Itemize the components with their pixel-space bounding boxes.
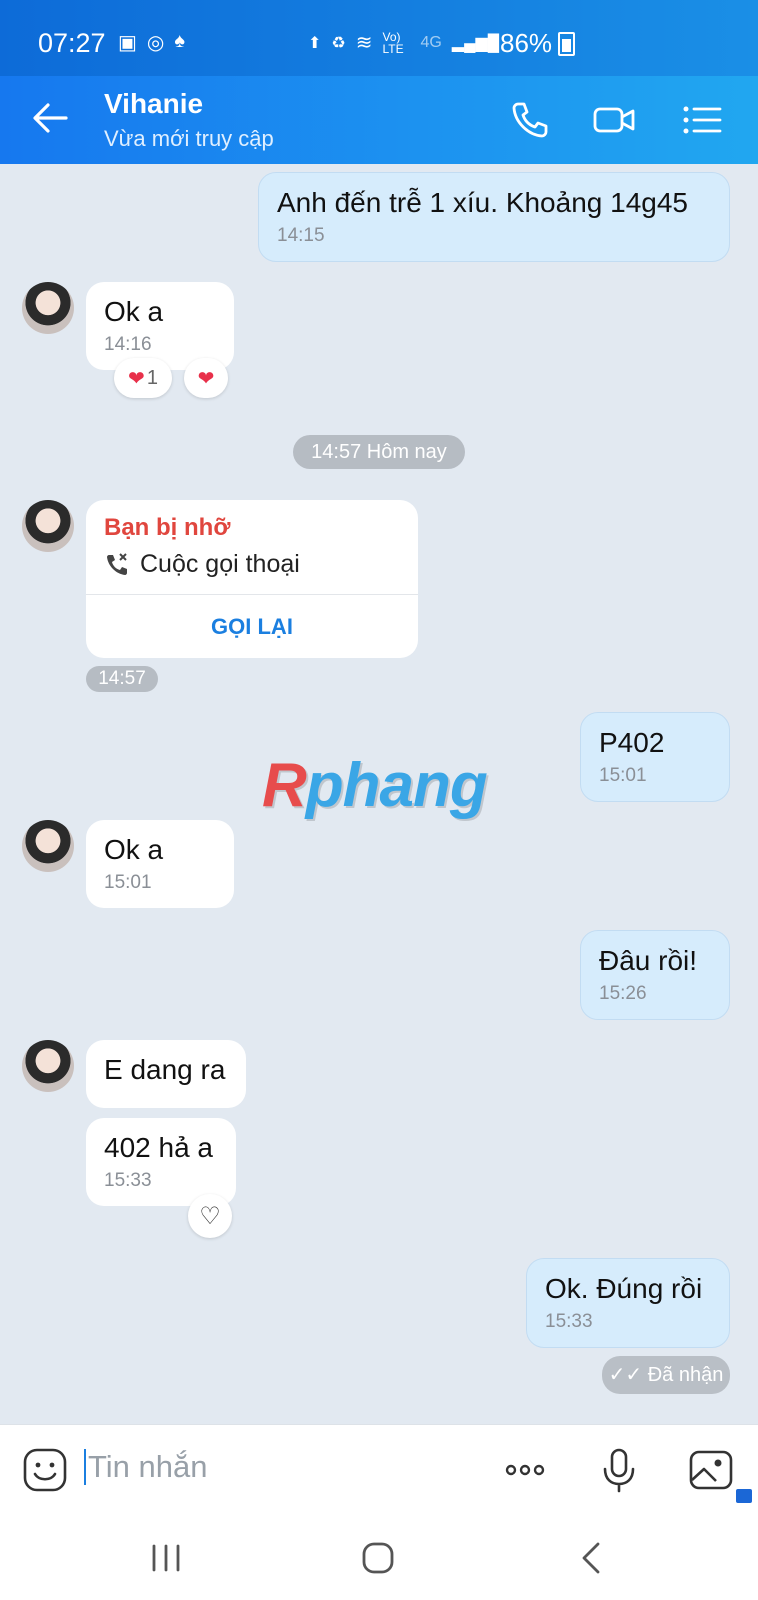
- message-input[interactable]: Tin nhắn: [84, 1449, 208, 1485]
- status-time: 07:27: [38, 28, 106, 58]
- message-time: 15:33: [545, 1311, 593, 1332]
- heart-icon: ❤: [197, 367, 215, 390]
- reaction-summary[interactable]: ❤ 1: [114, 358, 172, 398]
- back-arrow-icon[interactable]: [30, 98, 70, 138]
- sticker-emoji-icon[interactable]: [22, 1447, 68, 1493]
- recent-apps-icon[interactable]: [146, 1538, 186, 1578]
- message-list[interactable]: Anh đến trễ 1 xíu. Khoảng 14g45 14:15 Ok…: [0, 164, 758, 1424]
- contact-avatar[interactable]: [22, 500, 74, 552]
- phone-call-icon[interactable]: [508, 98, 552, 142]
- missed-call-icon: [107, 553, 127, 575]
- contact-avatar[interactable]: [22, 282, 74, 334]
- message-time: 14:15: [277, 225, 325, 246]
- message-time: 15:01: [599, 765, 647, 786]
- menu-list-icon[interactable]: [680, 98, 724, 142]
- wifi-icon: ≋: [355, 32, 373, 54]
- message-text: Ok a: [104, 296, 164, 327]
- chrome-icon: ◎: [146, 32, 165, 54]
- date-divider: 14:57 Hôm nay: [293, 435, 465, 469]
- incoming-message[interactable]: 402 hả a 15:33: [86, 1118, 236, 1206]
- volte-label: Vo) LTE: [382, 29, 404, 56]
- message-time: 15:26: [599, 983, 647, 1004]
- message-text: P402: [599, 727, 665, 758]
- chat-header: Vihanie Vừa mới truy cập: [0, 76, 758, 164]
- delivery-status-label: Đã nhận: [647, 1364, 724, 1386]
- message-text: Đâu rồi!: [599, 945, 698, 976]
- message-text: E dang ra: [104, 1054, 226, 1085]
- missed-call-card: Bạn bị nhỡ Cuộc gọi thoại GỌI LẠI: [86, 500, 418, 658]
- keyboard-lock-icon: [736, 1489, 752, 1503]
- message-time: 14:16: [104, 334, 152, 355]
- recycle-icon: ♻: [331, 34, 346, 52]
- signal-icon: ▂▄▆█: [451, 34, 500, 52]
- microphone-icon[interactable]: [596, 1447, 642, 1493]
- incoming-message[interactable]: E dang ra: [86, 1040, 246, 1108]
- image-gallery-icon[interactable]: [688, 1447, 734, 1493]
- status-bar: 07:27 ▣ ◎ ♠ ⬆ ♻ ≋ Vo) LTE 4G ▂▄▆█ 86%: [0, 0, 758, 76]
- back-nav-icon[interactable]: [572, 1538, 612, 1578]
- delivery-status: ✓✓ Đã nhận: [602, 1356, 730, 1394]
- contact-avatar[interactable]: [22, 820, 74, 872]
- battery-icon: [558, 31, 576, 56]
- system-nav-bar: [0, 1514, 758, 1600]
- network-type: 4G: [420, 33, 442, 51]
- more-options-icon[interactable]: [502, 1447, 548, 1493]
- double-check-icon: ✓✓: [608, 1364, 643, 1386]
- outgoing-message[interactable]: Ok. Đúng rồi 15:33: [526, 1258, 730, 1348]
- contact-avatar[interactable]: [22, 1040, 74, 1092]
- message-text: Ok. Đúng rồi: [545, 1273, 703, 1304]
- incoming-message[interactable]: Ok a 14:16: [86, 282, 234, 370]
- reaction-count: 1: [146, 366, 158, 389]
- gallery-icon: ▣: [118, 32, 137, 54]
- incoming-message[interactable]: Ok a 15:01: [86, 820, 234, 908]
- battery-percent: 86%: [500, 28, 553, 58]
- missed-call-time: 14:57: [86, 666, 158, 692]
- react-heart-button[interactable]: ❤: [184, 358, 228, 398]
- call-back-button[interactable]: GỌI LẠI: [86, 595, 418, 658]
- outgoing-message[interactable]: P402 15:01: [580, 712, 730, 802]
- video-call-icon[interactable]: [592, 98, 636, 142]
- outgoing-message[interactable]: Đâu rồi! 15:26: [580, 930, 730, 1020]
- missed-call-subtitle: Cuộc gọi thoại: [140, 550, 300, 578]
- message-text: Anh đến trễ 1 xíu. Khoảng 14g45: [277, 187, 688, 218]
- upload-icon: ⬆: [308, 34, 322, 52]
- message-composer: Tin nhắn: [0, 1424, 758, 1515]
- outgoing-message[interactable]: Anh đến trễ 1 xíu. Khoảng 14g45 14:15: [258, 172, 730, 262]
- message-time: 15:33: [104, 1170, 152, 1191]
- message-text: 402 hả a: [104, 1132, 213, 1163]
- watermark-logo: Rphang: [262, 751, 488, 820]
- home-icon[interactable]: [358, 1538, 398, 1578]
- notification-icon: ♠: [174, 30, 185, 52]
- contact-name[interactable]: Vihanie: [104, 88, 203, 120]
- missed-call-title: Bạn bị nhỡ: [104, 514, 231, 541]
- react-heart-button[interactable]: ♡: [188, 1194, 232, 1238]
- heart-outline-icon: ♡: [199, 1202, 221, 1230]
- message-text: Ok a: [104, 834, 164, 865]
- message-time: 15:01: [104, 872, 152, 893]
- heart-icon: ❤: [128, 367, 145, 390]
- contact-status: Vừa mới truy cập: [104, 126, 274, 151]
